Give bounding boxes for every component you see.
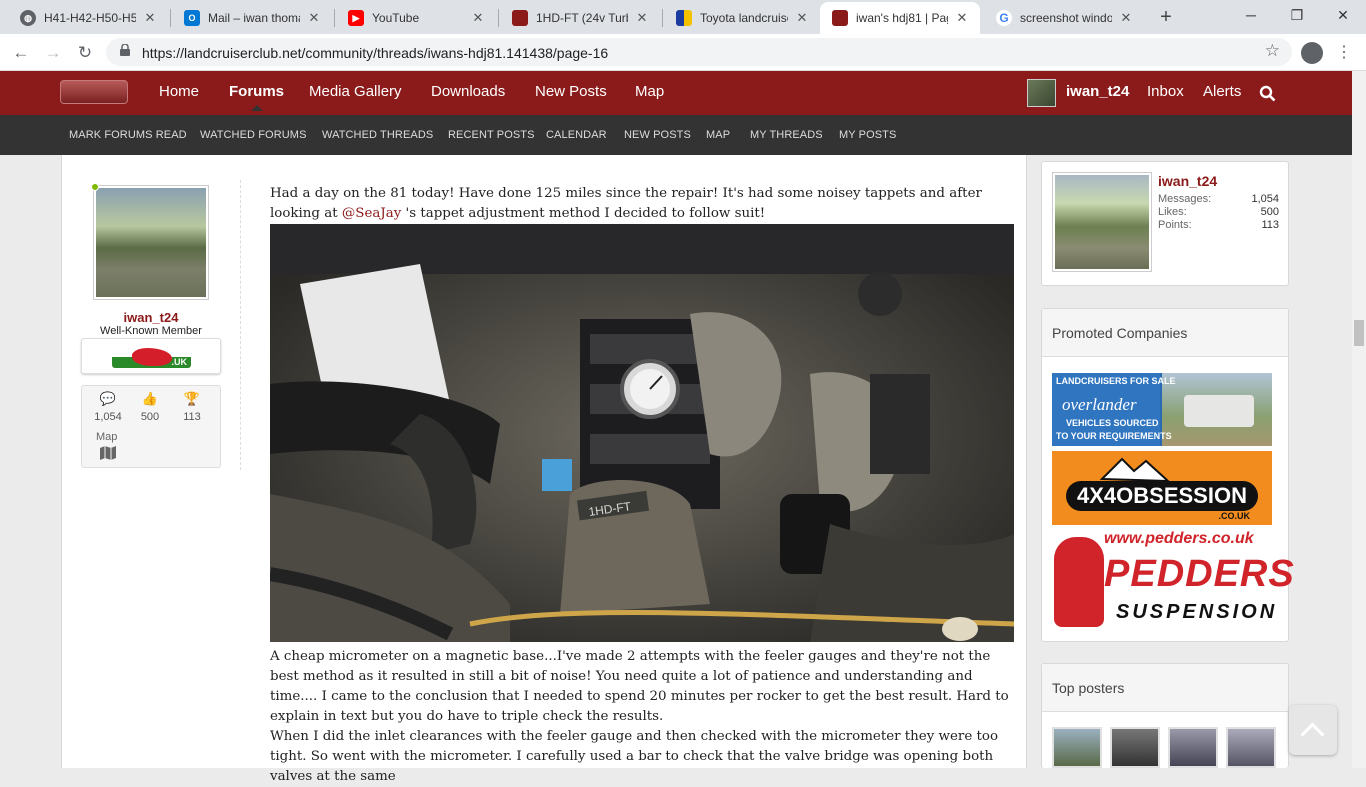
browser-toolbar: ← → ↻ https://landcruiserclub.net/commun…	[0, 34, 1366, 71]
toyota-icon	[676, 10, 692, 26]
map-icon[interactable]	[100, 446, 116, 460]
google-icon: G	[996, 10, 1012, 26]
stat-points: 🏆 113	[174, 391, 210, 423]
top-poster-avatar[interactable]	[1110, 727, 1160, 768]
close-tab-icon[interactable]: ✕	[470, 10, 486, 26]
forward-button[interactable]: →	[40, 40, 66, 66]
stat-messages: 💬 1,054	[90, 391, 126, 423]
author-title: Well-Known Member	[100, 325, 202, 337]
new-tab-button[interactable]: +	[1154, 5, 1178, 29]
minimize-button[interactable]: ─	[1228, 0, 1274, 30]
subnav-mark-forums-read[interactable]: MARK FORUMS READ	[69, 129, 187, 141]
lcc-icon	[512, 10, 528, 26]
ad-overlander[interactable]: LANDCRUISERS FOR SALE overlander VEHICLE…	[1052, 373, 1272, 446]
reload-button[interactable]: ↻	[72, 40, 98, 66]
back-button[interactable]: ←	[8, 40, 34, 66]
site-navigation: Home Forums Media Gallery Downloads New …	[0, 71, 1352, 115]
top-poster-avatar[interactable]	[1052, 727, 1102, 768]
lcc-icon	[832, 10, 848, 26]
mention-link[interactable]: @SeaJay	[342, 206, 401, 221]
wales-flag-icon: .UK	[112, 346, 191, 368]
nav-home[interactable]: Home	[159, 83, 199, 100]
search-icon[interactable]	[1259, 85, 1276, 102]
sidebar-likes: Likes: 500	[1158, 206, 1279, 218]
browser-tab[interactable]: 1HD-FT (24v Turbo ✕	[500, 2, 660, 34]
browser-tab-strip: ◍ H41-H42-H50-H5 ✕ O Mail – iwan thoma ✕…	[0, 0, 1366, 34]
address-bar[interactable]: https://landcruiserclub.net/community/th…	[106, 38, 1292, 66]
youtube-icon: ▶	[348, 10, 364, 26]
nav-forums[interactable]: Forums	[229, 83, 284, 111]
close-tab-icon[interactable]: ✕	[794, 10, 810, 26]
profile-icon[interactable]	[1301, 42, 1323, 64]
nav-downloads[interactable]: Downloads	[431, 83, 505, 100]
subnav-calendar[interactable]: CALENDAR	[546, 129, 607, 141]
browser-tab[interactable]: Toyota landcruiser ✕	[664, 2, 820, 34]
subnav-recent-posts[interactable]: RECENT POSTS	[448, 129, 535, 141]
close-tab-icon[interactable]: ✕	[1118, 10, 1134, 26]
author-avatar[interactable]	[93, 185, 209, 300]
browser-tab[interactable]: ◍ H41-H42-H50-H5 ✕	[8, 2, 168, 34]
top-posters-heading: Top posters	[1042, 664, 1288, 712]
ad-4x4obsession[interactable]: 4X4OBSESSION .CO.UK	[1052, 451, 1272, 525]
post-text-intro: Had a day on the 81 today! Have done 125…	[270, 186, 982, 221]
nav-map[interactable]: Map	[635, 83, 664, 100]
close-tab-icon[interactable]: ✕	[634, 10, 650, 26]
subnav-my-posts[interactable]: MY POSTS	[839, 129, 896, 141]
nav-username[interactable]: iwan_t24	[1066, 83, 1129, 100]
menu-icon[interactable]: ⋮	[1334, 40, 1354, 66]
subnav-new-posts[interactable]: NEW POSTS	[624, 129, 691, 141]
promoted-companies-heading: Promoted Companies	[1042, 309, 1288, 357]
top-poster-avatar[interactable]	[1168, 727, 1218, 768]
browser-tab[interactable]: O Mail – iwan thoma ✕	[172, 2, 332, 34]
browser-tab[interactable]: ▶ YouTube ✕	[336, 2, 496, 34]
sidebar-avatar[interactable]	[1052, 172, 1152, 272]
scrollbar-thumb[interactable]	[1354, 320, 1364, 346]
browser-tab[interactable]: G screenshot windo ✕	[984, 2, 1144, 34]
bookmark-star-icon[interactable]: ☆	[1265, 41, 1280, 61]
post-text-body: A cheap micrometer on a magnetic base...…	[270, 649, 1009, 724]
post-text-continued: When I did the inlet clearances with the…	[270, 729, 999, 784]
sidebar-messages: Messages: 1,054	[1158, 193, 1279, 205]
engine-photo[interactable]: 1HD-FT	[270, 224, 1014, 642]
subnav-map[interactable]: MAP	[706, 129, 730, 141]
maximize-button[interactable]: ❐	[1274, 0, 1320, 30]
sidebar-username[interactable]: iwan_t24	[1158, 173, 1217, 189]
globe-icon: ◍	[20, 10, 36, 26]
top-poster-avatar[interactable]	[1226, 727, 1276, 768]
close-tab-icon[interactable]: ✕	[954, 10, 970, 26]
site-logo[interactable]	[60, 80, 128, 104]
nav-new-posts[interactable]: New Posts	[535, 83, 607, 100]
nav-inbox[interactable]: Inbox	[1147, 83, 1184, 100]
browser-tab-active[interactable]: iwan's hdj81 | Pag ✕	[820, 2, 980, 34]
map-label: Map	[96, 431, 118, 443]
close-tab-icon[interactable]: ✕	[142, 10, 158, 26]
trophy-icon: 🏆	[183, 391, 201, 406]
subnav-watched-threads[interactable]: WATCHED THREADS	[322, 129, 433, 141]
scroll-to-top-button[interactable]	[1289, 705, 1337, 755]
post-divider	[240, 180, 241, 470]
online-indicator	[91, 183, 99, 191]
close-tab-icon[interactable]: ✕	[306, 10, 322, 26]
subnav-watched-forums[interactable]: WATCHED FORUMS	[200, 129, 307, 141]
messages-icon: 💬	[99, 391, 117, 406]
lock-icon	[120, 44, 130, 56]
nav-alerts[interactable]: Alerts	[1203, 83, 1241, 100]
pedders-mascot-icon	[1054, 537, 1104, 627]
flag-label: .UK	[171, 357, 188, 367]
author-flag-box: .UK	[81, 338, 221, 374]
ad-pedders[interactable]: www.pedders.co.uk PEDDERS SUSPENSION	[1052, 529, 1294, 630]
author-name[interactable]: iwan_t24	[81, 310, 221, 325]
outlook-icon: O	[184, 10, 200, 26]
user-avatar[interactable]	[1027, 79, 1056, 107]
page-scrollbar[interactable]	[1352, 71, 1366, 768]
stat-likes: 👍 500	[132, 391, 168, 423]
sub-navigation: MARK FORUMS READ WATCHED FORUMS WATCHED …	[0, 115, 1352, 155]
nav-media-gallery[interactable]: Media Gallery	[309, 83, 402, 100]
thumbs-up-icon: 👍	[141, 391, 159, 406]
subnav-my-threads[interactable]: MY THREADS	[750, 129, 823, 141]
close-window-button[interactable]: ✕	[1320, 0, 1366, 30]
url-text: https://landcruiserclub.net/community/th…	[142, 45, 609, 61]
author-stats: 💬 1,054 👍 500 🏆 113 Map	[81, 385, 221, 468]
sidebar-points: Points: 113	[1158, 219, 1279, 231]
